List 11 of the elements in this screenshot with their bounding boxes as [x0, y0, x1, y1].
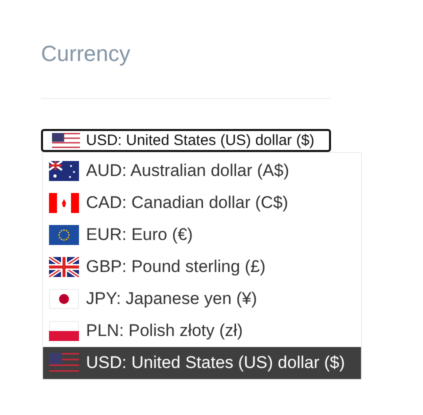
currency-select[interactable]: USD: United States (US) dollar ($)	[41, 129, 331, 152]
flag-icon	[49, 161, 79, 181]
flag-icon	[49, 257, 79, 277]
dropdown-option[interactable]: USD: United States (US) dollar ($)	[43, 347, 361, 379]
flag-icon	[49, 321, 79, 341]
flag-icon	[49, 225, 79, 245]
flag-icon	[52, 132, 80, 148]
flag-icon	[49, 353, 79, 373]
flag-icon	[49, 289, 79, 309]
flag-icon	[49, 193, 79, 213]
section-title: Currency	[41, 40, 132, 68]
